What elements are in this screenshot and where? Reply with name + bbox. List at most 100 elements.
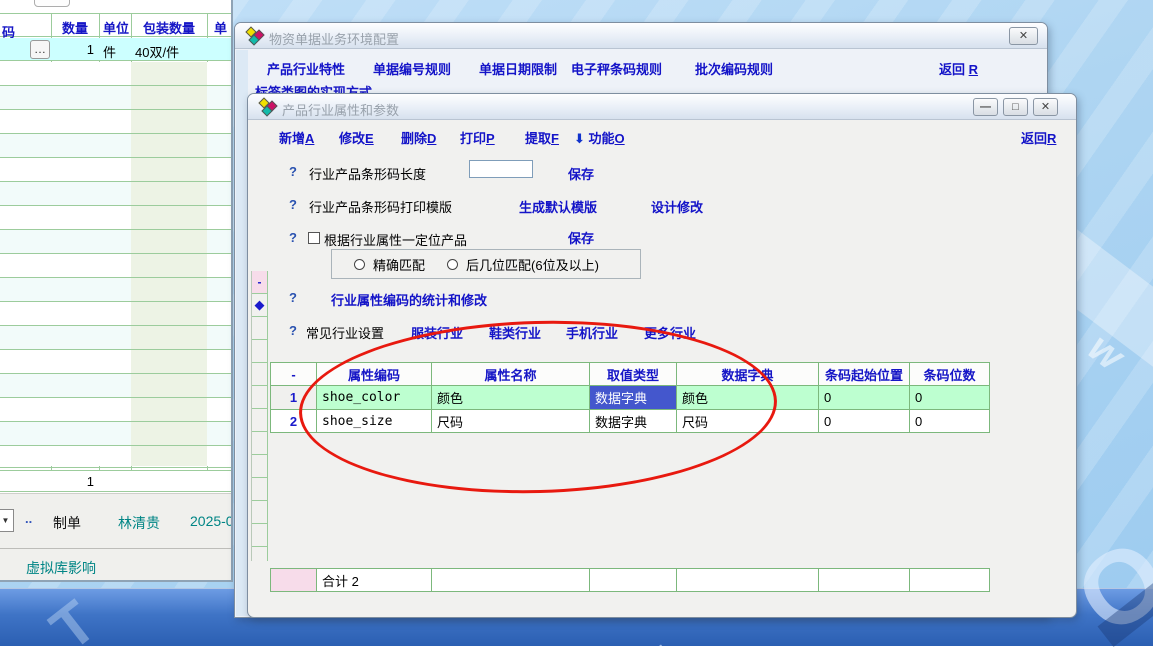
- menu-batch-code-rule[interactable]: 批次编码规则: [695, 59, 773, 78]
- maximize-button[interactable]: □: [1003, 98, 1028, 116]
- help-icon[interactable]: ?: [289, 323, 297, 338]
- row-index[interactable]: 2: [271, 410, 317, 433]
- sum-row-table: 合计 2: [270, 568, 990, 592]
- help-icon[interactable]: ?: [289, 164, 297, 179]
- menu-doc-number-rule[interactable]: 单据编号规则: [373, 59, 451, 78]
- cell-value-type[interactable]: 数据字典: [590, 410, 677, 433]
- cell-qty[interactable]: 1: [87, 42, 94, 57]
- cell-attr-name[interactable]: 尺码: [432, 410, 590, 433]
- industry-shoes-link[interactable]: 鞋类行业: [489, 323, 541, 342]
- row-more-button[interactable]: …: [30, 40, 50, 59]
- bg-selected-row[interactable]: … 1 件 40双/件: [0, 38, 233, 61]
- cell-barcode-digits[interactable]: 0: [910, 386, 990, 410]
- barcode-length-input[interactable]: [469, 160, 533, 178]
- bg-col-price[interactable]: 单: [214, 18, 227, 37]
- cell-barcode-start[interactable]: 0: [819, 386, 910, 410]
- col-barcode-digits[interactable]: 条码位数: [910, 363, 990, 386]
- cell-data-dict[interactable]: 尺码: [677, 410, 819, 433]
- toolbar-edit[interactable]: 修改E: [339, 128, 374, 147]
- cell-attr-code[interactable]: shoe_size: [317, 410, 432, 433]
- menu-doc-date-limit[interactable]: 单据日期限制: [479, 59, 557, 78]
- cell-barcode-start[interactable]: 0: [819, 410, 910, 433]
- menu-scale-barcode-rule[interactable]: 电子秤条码规则: [571, 59, 662, 78]
- generate-template-link[interactable]: 生成默认模版: [519, 197, 597, 216]
- help-icon[interactable]: ?: [289, 230, 297, 245]
- indicator-header[interactable]: -: [252, 271, 267, 293]
- partial-toolbar-button[interactable]: [34, 0, 70, 7]
- toolbar-extract[interactable]: 提取F: [525, 128, 559, 147]
- attribute-table: - 属性编码 属性名称 取值类型 数据字典 条码起始位置 条码位数 1 shoe…: [270, 362, 990, 433]
- attribute-table-header: - 属性编码 属性名称 取值类型 数据字典 条码起始位置 条码位数: [271, 363, 990, 386]
- bg-window-footer: ▼ .. 制单 林清贵 2025-03 虚拟库影响: [0, 493, 233, 582]
- maker-label: 制单: [53, 513, 81, 533]
- help-icon[interactable]: ?: [289, 290, 297, 305]
- toolbar-add[interactable]: 新增A: [279, 128, 314, 147]
- radio-suffix-match[interactable]: [447, 259, 458, 270]
- design-edit-link[interactable]: 设计修改: [651, 197, 703, 216]
- cell-barcode-digits[interactable]: 0: [910, 410, 990, 433]
- col-collapse[interactable]: -: [271, 363, 317, 386]
- table-row[interactable]: 2 shoe_size 尺码 数据字典 尺码 0 0: [271, 410, 990, 433]
- cell-attr-code[interactable]: shoe_color: [317, 386, 432, 410]
- sum-row: 合计 2: [271, 569, 990, 592]
- industry-mobile-link[interactable]: 手机行业: [566, 323, 618, 342]
- help-icon[interactable]: ?: [289, 197, 297, 212]
- app-icon: [247, 28, 265, 44]
- toolbar-return[interactable]: 返回R: [1021, 128, 1056, 147]
- industry-more-link[interactable]: 更多行业: [644, 323, 696, 342]
- dialog2-titlebar[interactable]: 产品行业属性和参数 — □ ✕: [248, 94, 1076, 120]
- cell-data-dict[interactable]: 颜色: [677, 386, 819, 410]
- row-indicator-strip: - ◆: [251, 271, 268, 561]
- close-button[interactable]: ✕: [1033, 98, 1058, 116]
- attr-code-stats-link[interactable]: 行业属性编码的统计和修改: [331, 290, 487, 309]
- dropdown-button[interactable]: ▼: [0, 509, 14, 532]
- sum-indicator-cell: [271, 569, 317, 592]
- toolbar-functions[interactable]: ⬇ 功能O: [574, 128, 625, 147]
- sum-empty-cell: [590, 569, 677, 592]
- background-erp-window: 码 数量 单位 包装数量 单 … 1 件 40双/件 1 ▼ .. 制单 林清贵…: [0, 0, 233, 582]
- bg-col-pkg[interactable]: 包装数量: [143, 18, 195, 37]
- col-attr-name[interactable]: 属性名称: [432, 363, 590, 386]
- dialog2-title: 产品行业属性和参数: [282, 100, 399, 119]
- toolbar-delete[interactable]: 删除D: [401, 128, 436, 147]
- sum-empty-cell: [819, 569, 910, 592]
- bg-col-qty[interactable]: 数量: [62, 18, 88, 37]
- virtual-stock-link[interactable]: 虚拟库影响: [26, 558, 96, 578]
- barcode-length-label: 行业产品条形码长度: [309, 164, 426, 183]
- table-row[interactable]: 1 shoe_color 颜色 数据字典 颜色 0 0: [271, 386, 990, 410]
- footer-divider: [0, 548, 233, 549]
- row-index[interactable]: 1: [271, 386, 317, 410]
- toolbar-print[interactable]: 打印P: [460, 128, 495, 147]
- print-template-label: 行业产品条形码打印模版: [309, 197, 452, 216]
- dialog-product-industry-attrs: 产品行业属性和参数 — □ ✕ 新增A 修改E 删除D 打印P 提取F ⬇ 功能…: [247, 93, 1077, 618]
- minimize-button[interactable]: —: [973, 98, 998, 116]
- match-mode-groupbox: 精确匹配 后几位匹配(6位及以上): [331, 249, 641, 279]
- maker-date: 2025-03: [190, 513, 233, 529]
- cell-unit[interactable]: 件: [103, 42, 116, 61]
- locate-by-attr-checkbox[interactable]: [308, 232, 320, 244]
- sum-separator-line: [0, 467, 233, 468]
- cell-attr-name[interactable]: 颜色: [432, 386, 590, 410]
- col-barcode-start[interactable]: 条码起始位置: [819, 363, 910, 386]
- col-value-type[interactable]: 取值类型: [590, 363, 677, 386]
- app-icon: [260, 99, 278, 115]
- cell-value-type-selected[interactable]: 数据字典: [590, 386, 677, 410]
- menu-return[interactable]: 返回 R: [939, 59, 978, 78]
- col-attr-code[interactable]: 属性编码: [317, 363, 432, 386]
- dialog1-title: 物资单据业务环境配置: [269, 29, 399, 48]
- sum-qty: 1: [87, 474, 94, 489]
- maker-name: 林清贵: [118, 513, 160, 533]
- wallpaper-letter-left: T: [38, 588, 109, 646]
- radio-exact-match[interactable]: [354, 259, 365, 270]
- cell-pkg[interactable]: 40双/件: [135, 42, 179, 61]
- save-link-2[interactable]: 保存: [568, 228, 594, 247]
- bg-table-header-row: 码 数量 单位 包装数量 单: [0, 13, 233, 37]
- col-data-dict[interactable]: 数据字典: [677, 363, 819, 386]
- industry-clothing-link[interactable]: 服装行业: [411, 323, 463, 342]
- save-link-1[interactable]: 保存: [568, 164, 594, 183]
- close-button[interactable]: ✕: [1009, 27, 1038, 45]
- menu-product-industry[interactable]: 产品行业特性: [267, 59, 345, 78]
- bg-col-unit[interactable]: 单位: [103, 18, 129, 37]
- bg-empty-rows[interactable]: [0, 62, 233, 466]
- dialog1-titlebar[interactable]: 物资单据业务环境配置 ✕: [235, 23, 1047, 49]
